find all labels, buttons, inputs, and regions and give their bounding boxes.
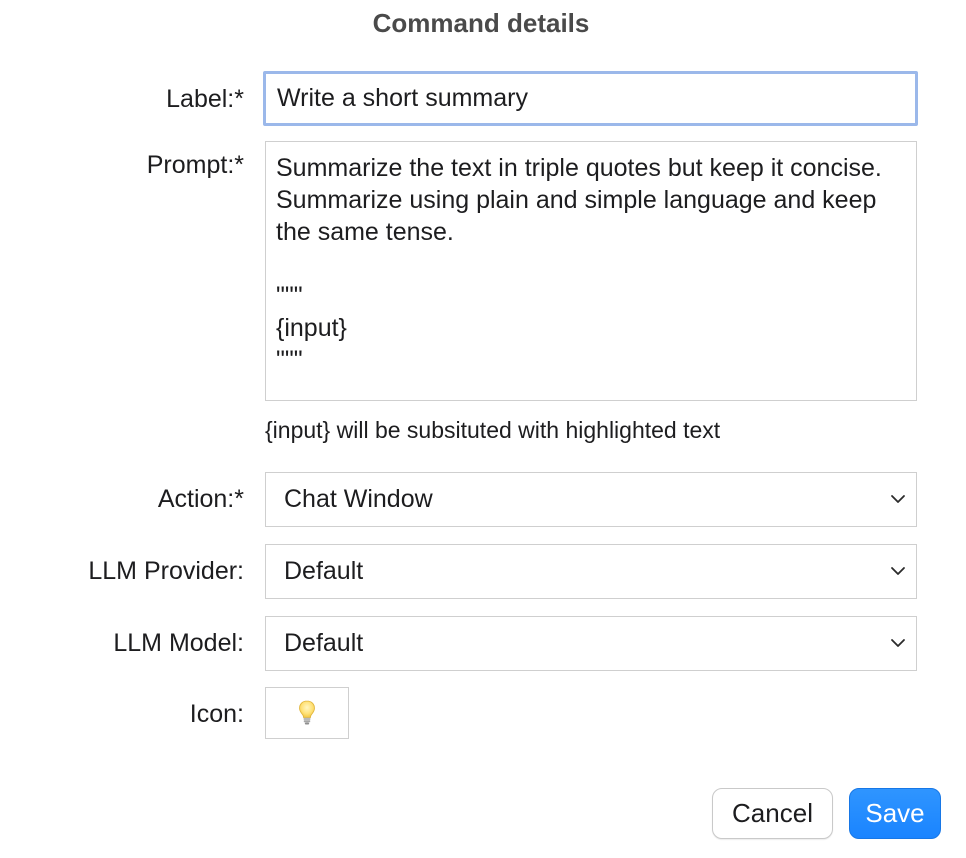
label-field-caption: Label:* xyxy=(166,85,244,113)
label-input[interactable] xyxy=(263,71,918,126)
prompt-field-caption: Prompt:* xyxy=(146,151,244,179)
prompt-textarea[interactable]: Summarize the text in triple quotes but … xyxy=(265,141,917,401)
llm-model-select[interactable]: Default xyxy=(265,616,917,671)
llm-provider-field-caption: LLM Provider: xyxy=(88,557,244,585)
lightbulb-icon xyxy=(299,700,315,725)
prompt-hint-text: {input} will be subsituted with highligh… xyxy=(265,417,721,443)
chevron-down-icon xyxy=(891,567,905,575)
llm-model-select-value: Default xyxy=(284,629,364,657)
action-select[interactable]: Chat Window xyxy=(265,472,917,527)
save-button[interactable]: Save xyxy=(849,788,941,839)
llm-provider-select-value: Default xyxy=(284,557,364,585)
llm-model-field-caption: LLM Model: xyxy=(113,629,244,657)
chevron-down-icon xyxy=(891,495,905,503)
cancel-button[interactable]: Cancel xyxy=(712,788,833,839)
icon-picker-button[interactable] xyxy=(265,687,349,739)
chevron-down-icon xyxy=(891,639,905,647)
dialog-title: Command details xyxy=(372,8,590,38)
icon-field-caption: Icon: xyxy=(189,700,244,728)
action-field-caption: Action:* xyxy=(157,485,244,513)
action-select-value: Chat Window xyxy=(284,485,433,513)
llm-provider-select[interactable]: Default xyxy=(265,544,917,599)
command-details-dialog: Command details Label:* Prompt:* Summari… xyxy=(0,0,966,858)
